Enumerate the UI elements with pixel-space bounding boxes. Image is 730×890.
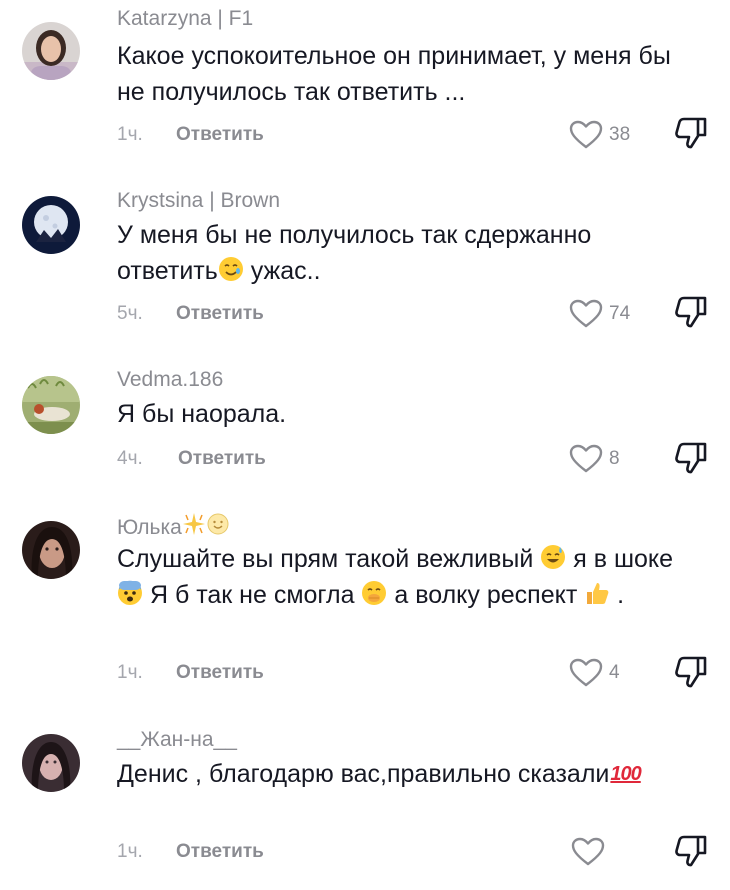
avatar[interactable] [22,376,80,434]
like-icon[interactable] [571,837,605,867]
reply-button[interactable]: Ответить [178,447,266,471]
username[interactable]: __Жан-на__ [117,727,237,753]
comment-text-part: а волку респект [394,581,578,609]
comment-time: 1ч. [117,841,143,862]
sparkle-emoji [182,512,206,536]
like-count: 8 [609,448,620,469]
like-icon[interactable] [569,444,603,474]
avatar[interactable] [22,521,80,579]
reply-button[interactable]: Ответить [176,661,264,685]
comment-text: Я бы наорала. [117,400,287,428]
hand-over-mouth-emoji [361,580,387,606]
dislike-icon[interactable] [674,116,710,150]
thumbs-up-emoji [584,580,610,606]
like-count: 74 [609,303,631,324]
avatar[interactable] [22,196,80,254]
dislike-icon[interactable] [674,834,710,868]
comment-text-part: . [617,581,625,609]
like-count: 38 [609,124,631,145]
dislike-icon[interactable] [674,441,710,475]
comment-text-part: Я б так не смогла [149,581,355,609]
comment-text-part: Слушайте вы прям такой вежливый [117,545,534,573]
avatar[interactable] [22,734,80,792]
username-text: Юлька [117,516,182,539]
username[interactable]: Krystsina | Brown [117,188,280,214]
comment-text: Слушайте вы прям такой вежливый я в шоке… [117,541,687,613]
comment-text: Денис , благодарю вас,правильно сказали1… [117,756,687,792]
dislike-icon[interactable] [674,295,710,329]
username[interactable]: Vedma.186 [117,367,223,393]
sweat-smile-emoji [540,544,566,570]
comment-text-part: У меня бы не получилось так сдержанно от… [117,221,592,285]
like-icon[interactable] [569,299,603,329]
reply-button[interactable]: Ответить [176,302,264,326]
username[interactable]: Юлька [117,512,230,541]
crying-smile-emoji [218,256,244,282]
comment-time: 5ч. [117,303,143,324]
reply-button[interactable]: Ответить [176,840,264,864]
smile-emoji [206,512,230,536]
comment-text-part: Денис , благодарю вас,правильно сказали [117,760,610,788]
dislike-icon[interactable] [674,655,710,689]
comment-text-part: я в шоке [573,545,674,573]
like-icon[interactable] [569,120,603,150]
fearful-face-emoji [117,580,143,606]
comment-text: У меня бы не получилось так сдержанно от… [117,217,687,289]
like-count: 4 [609,662,620,683]
comment-text: Какое успокоительное он принимает, у мен… [117,42,671,106]
comment-text-part: ужас.. [250,257,321,285]
hundred-points-emoji: 100 [610,763,641,785]
avatar[interactable] [22,22,80,80]
username[interactable]: Katarzyna | F1 [117,6,253,32]
like-icon[interactable] [569,658,603,688]
reply-button[interactable]: Ответить [176,123,264,147]
comment-time: 1ч. [117,124,143,145]
comment-time: 4ч. [117,448,143,469]
comment-time: 1ч. [117,662,143,683]
